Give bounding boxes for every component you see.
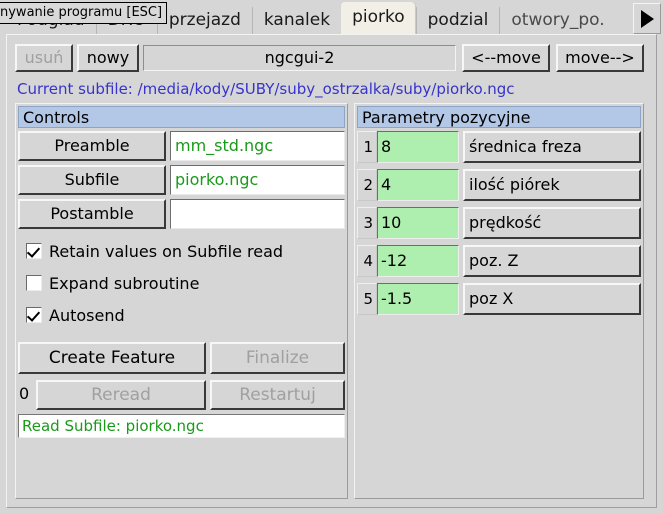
preamble-row: Preamble mm_std.ngc: [18, 131, 345, 163]
param-index-5: 5: [357, 283, 377, 315]
create-finalize-row: Create Feature Finalize: [18, 342, 345, 376]
tab-bar: Podglad DRO przejazd kanalek piorko podz…: [0, 0, 663, 34]
expand-subroutine-label: Expand subroutine: [49, 273, 200, 293]
param-value-1[interactable]: 8: [377, 131, 459, 163]
reread-button[interactable]: Reread: [36, 380, 206, 410]
retain-values-checkbox[interactable]: [26, 243, 42, 259]
autosend-label: Autosend: [49, 305, 125, 325]
preamble-button[interactable]: Preamble: [18, 131, 166, 161]
positional-parameters-panel: Parametry pozycyjne 1 8 średnica freza 2…: [354, 103, 644, 499]
postamble-row: Postamble: [18, 199, 345, 231]
feature-count: 0: [19, 384, 30, 403]
delete-tab-button[interactable]: usuń: [15, 44, 73, 72]
tab-przejazd[interactable]: przejazd: [156, 7, 252, 34]
param-value-3[interactable]: 10: [377, 207, 459, 239]
move-right-button[interactable]: move-->: [556, 44, 644, 72]
current-subfile-label: Current subfile: /media/kody/SUBY/suby_o…: [17, 80, 515, 98]
restart-button[interactable]: Restartuj: [210, 380, 345, 410]
param-value-2[interactable]: 4: [377, 169, 459, 201]
subfile-button[interactable]: Subfile: [18, 165, 166, 195]
expand-subroutine-checkbox-row[interactable]: Expand subroutine: [26, 270, 199, 296]
controls-panel-title: Controls: [18, 106, 345, 128]
subfile-input[interactable]: piorko.ngc: [170, 165, 345, 195]
tooltip-esc: nywanie programu [ESC]: [0, 2, 168, 24]
table-row: 1 8 średnica freza: [357, 131, 641, 165]
table-row: 2 4 ilość piórek: [357, 169, 641, 203]
parameters-panel-title: Parametry pozycyjne: [357, 106, 641, 128]
expand-subroutine-checkbox[interactable]: [26, 275, 42, 291]
preamble-input[interactable]: mm_std.ngc: [170, 131, 345, 161]
param-desc-4[interactable]: poz. Z: [463, 245, 641, 277]
finalize-button[interactable]: Finalize: [210, 342, 345, 374]
postamble-button[interactable]: Postamble: [18, 199, 166, 229]
param-index-1: 1: [357, 131, 377, 163]
panels-container: Controls Preamble mm_std.ngc Subfile pio…: [15, 103, 644, 499]
autosend-checkbox[interactable]: [26, 307, 42, 323]
postamble-input[interactable]: [170, 199, 345, 229]
table-row: 3 10 prędkość: [357, 207, 641, 241]
retain-values-checkbox-row[interactable]: Retain values on Subfile read: [26, 238, 283, 264]
create-feature-button[interactable]: Create Feature: [18, 342, 206, 374]
param-desc-5[interactable]: poz X: [463, 283, 641, 315]
param-index-2: 2: [357, 169, 377, 201]
tab-otwory-po[interactable]: otwory_po.: [499, 7, 616, 34]
param-desc-1[interactable]: średnica freza: [463, 131, 641, 163]
triangle-right-icon: [640, 9, 654, 28]
tab-kanalek[interactable]: kanalek: [251, 7, 342, 34]
param-desc-2[interactable]: ilość piórek: [463, 169, 641, 201]
controls-panel: Controls Preamble mm_std.ngc Subfile pio…: [15, 103, 348, 499]
ngcgui-panel: usuń nowy ngcgui-2 <--move move--> Curre…: [6, 34, 657, 508]
reread-restart-row: 0 Reread Restartuj: [18, 380, 345, 414]
param-index-3: 3: [357, 207, 377, 239]
autosend-checkbox-row[interactable]: Autosend: [26, 302, 125, 328]
status-message: Read Subfile: piorko.ngc: [18, 414, 345, 438]
param-value-4[interactable]: -12: [377, 245, 459, 277]
ngcgui-toolbar: usuń nowy ngcgui-2 <--move move-->: [15, 43, 644, 73]
retain-values-label: Retain values on Subfile read: [49, 241, 284, 261]
param-desc-3[interactable]: prędkość: [463, 207, 641, 239]
ngcgui-window: Podglad DRO przejazd kanalek piorko podz…: [0, 0, 663, 514]
tab-podzial[interactable]: podzial: [415, 7, 500, 34]
tab-scroll-right-button[interactable]: [633, 3, 661, 34]
tab-piorko[interactable]: piorko: [341, 2, 416, 34]
table-row: 4 -12 poz. Z: [357, 245, 641, 279]
param-value-5[interactable]: -1.5: [377, 283, 459, 315]
tab-name-display: ngcgui-2: [143, 45, 456, 71]
move-left-button[interactable]: <--move: [462, 44, 550, 72]
subfile-row: Subfile piorko.ngc: [18, 165, 345, 197]
table-row: 5 -1.5 poz X: [357, 283, 641, 317]
new-tab-button[interactable]: nowy: [77, 44, 139, 72]
param-index-4: 4: [357, 245, 377, 277]
